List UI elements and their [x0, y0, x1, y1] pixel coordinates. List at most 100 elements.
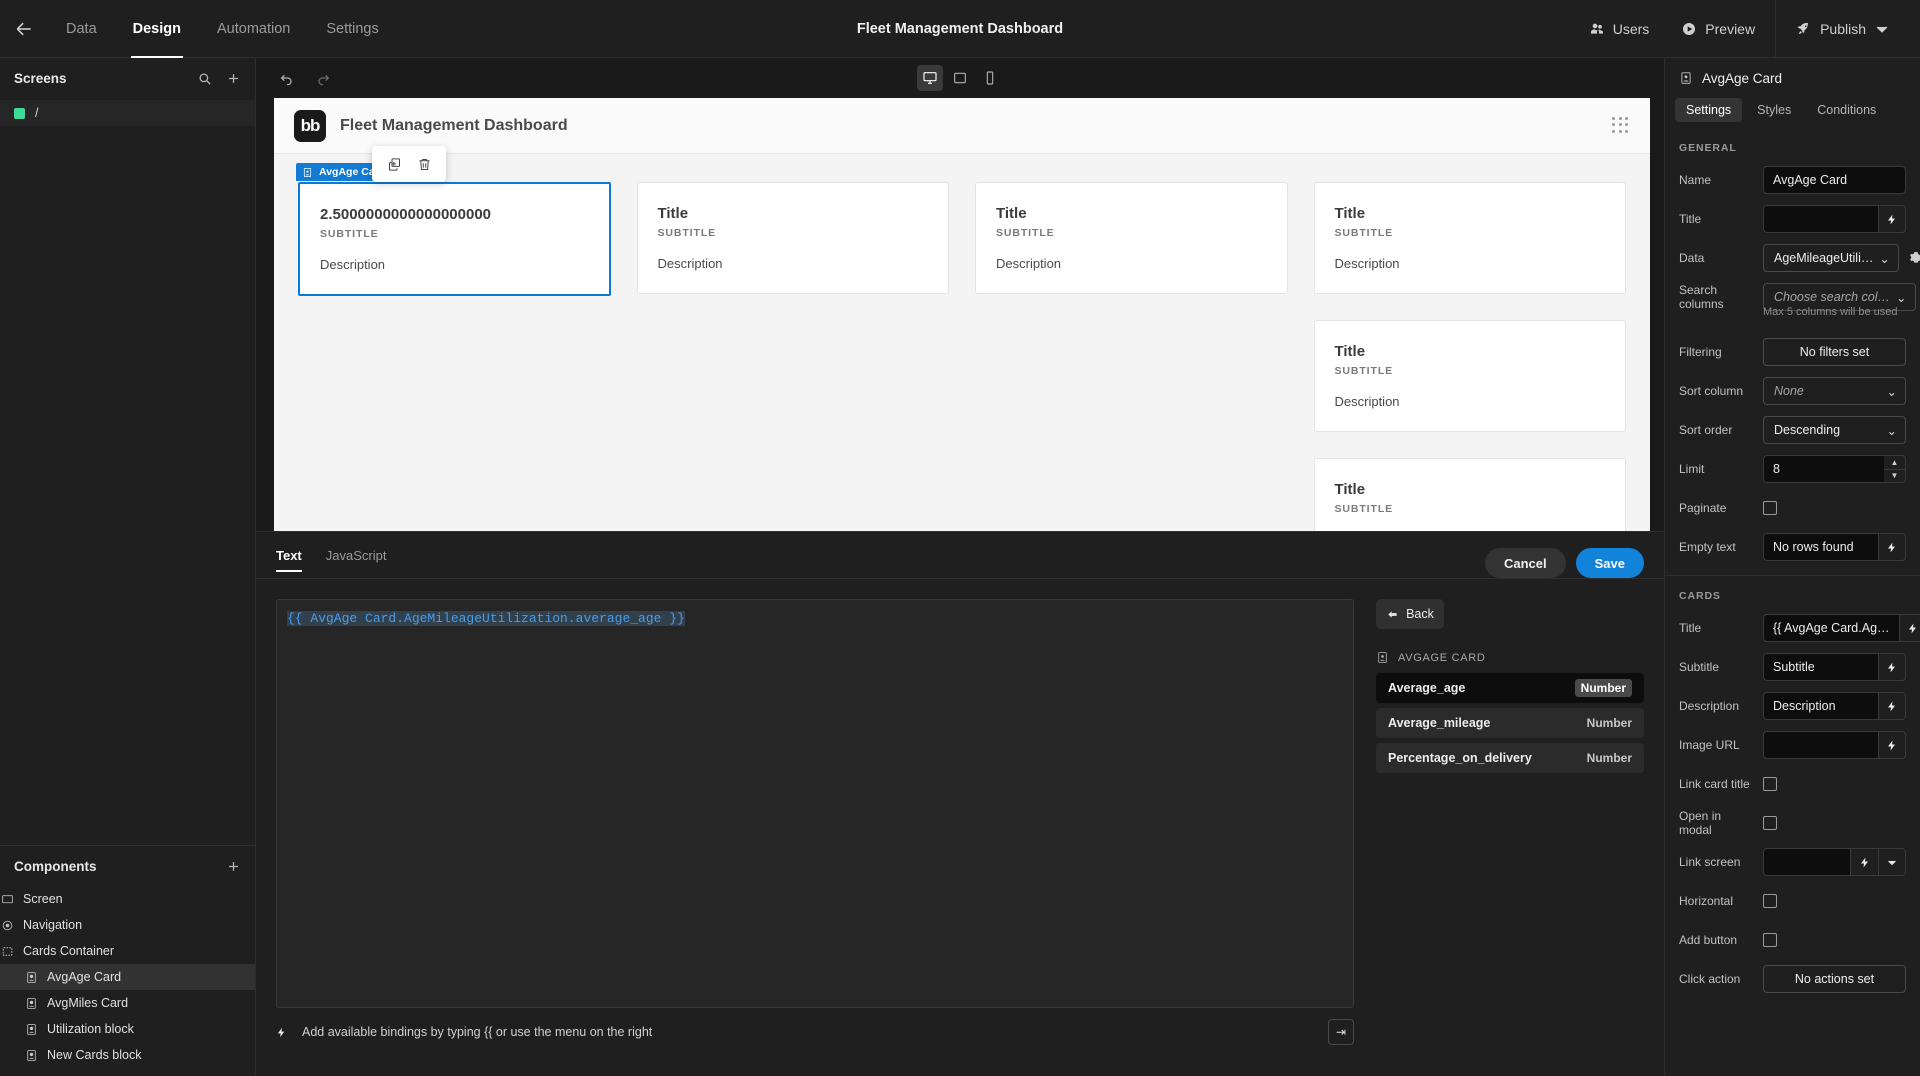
link-screen-dropdown-button[interactable]	[1878, 848, 1906, 876]
sort-column-select[interactable]: None ⌄	[1763, 377, 1906, 405]
limit-input[interactable]: 8	[1763, 455, 1884, 483]
bindings-back-button[interactable]: Back	[1376, 599, 1444, 629]
duplicate-button[interactable]	[382, 152, 406, 176]
name-input[interactable]: AvgAge Card	[1763, 166, 1906, 194]
mobile-icon	[986, 71, 994, 85]
editor-footer: Add available bindings by typing {{ or u…	[276, 1008, 1354, 1056]
sort-order-select[interactable]: Descending ⌄	[1763, 416, 1906, 444]
save-button[interactable]: Save	[1575, 548, 1644, 578]
redo-button[interactable]	[310, 65, 336, 91]
chevron-down-icon: ⌄	[1886, 423, 1897, 438]
component-item-avgage-card[interactable]: AvgAge Card	[0, 964, 255, 990]
card-title-binding-button[interactable]	[1898, 614, 1920, 642]
field-card-description: Description Description	[1679, 692, 1906, 720]
editor-column: {{ AvgAge Card.AgeMileageUtilization.ave…	[276, 599, 1354, 1056]
settings-scroll-area[interactable]: GENERAL Name AvgAge Card Title Data AgeM…	[1665, 132, 1920, 1076]
link-screen-input[interactable]	[1763, 848, 1850, 876]
tab-settings[interactable]: Settings	[1675, 98, 1743, 122]
screen-item-root[interactable]: /	[0, 100, 255, 126]
drawer-tab-javascript[interactable]: JavaScript	[326, 532, 387, 578]
add-button-checkbox[interactable]	[1763, 933, 1777, 947]
screens-search-button[interactable]	[197, 71, 212, 86]
lightning-icon	[1888, 542, 1895, 552]
card-subtitle-input[interactable]: Subtitle	[1763, 653, 1878, 681]
field-label: Link card title	[1679, 777, 1750, 791]
card-description-input[interactable]: Description	[1763, 692, 1878, 720]
delete-button[interactable]	[412, 152, 436, 176]
component-item-utilization-block[interactable]: Utilization block	[0, 1016, 255, 1042]
data-select[interactable]: AgeMileageUtili… ⌄	[1763, 244, 1899, 272]
left-panel: Screens / Components Screen Navigation C…	[0, 58, 256, 1076]
container-icon	[0, 944, 14, 958]
link-card-title-checkbox[interactable]	[1763, 777, 1777, 791]
component-item-avgmiles-card[interactable]: AvgMiles Card	[0, 990, 255, 1016]
limit-stepper[interactable]: ▲ ▼	[1884, 455, 1906, 483]
card-title-input[interactable]: {{ AvgAge Card.Ag…	[1763, 614, 1899, 642]
tab-data[interactable]: Data	[48, 0, 115, 58]
undo-button[interactable]	[274, 65, 300, 91]
components-add-button[interactable]	[226, 859, 241, 874]
tab-styles-label: Styles	[1757, 103, 1792, 117]
data-settings-button[interactable]	[1905, 244, 1920, 272]
stepper-up-icon[interactable]: ▲	[1884, 456, 1905, 470]
open-in-modal-checkbox[interactable]	[1763, 816, 1777, 830]
duplicate-icon	[388, 157, 400, 171]
click-action-button[interactable]: No actions set	[1763, 965, 1906, 993]
empty-text-binding-button[interactable]	[1878, 533, 1906, 561]
drag-handle-icon[interactable]	[1612, 116, 1630, 135]
tab-settings[interactable]: Settings	[308, 0, 396, 58]
binding-code-editor[interactable]: {{ AvgAge Card.AgeMileageUtilization.ave…	[276, 599, 1354, 1008]
card-icon	[24, 970, 38, 984]
gear-icon	[1909, 252, 1920, 263]
users-button[interactable]: Users	[1573, 0, 1666, 58]
tab-design[interactable]: Design	[115, 0, 199, 58]
drawer-tab-javascript-label: JavaScript	[325, 547, 387, 563]
binding-item[interactable]: Percentage_on_delivery Number	[1376, 743, 1644, 773]
device-mobile-button[interactable]	[977, 65, 1003, 91]
card-item[interactable]: Title SUBTITLE Description	[636, 182, 949, 294]
card-description: Description	[320, 257, 386, 272]
back-button[interactable]	[0, 0, 48, 58]
link-screen-binding-button[interactable]	[1850, 848, 1878, 876]
card-item[interactable]: Title SUBTITLE Description	[1313, 182, 1626, 294]
binding-item[interactable]: Average_mileage Number	[1376, 708, 1644, 738]
cards-column-1: AvgAge Card 2.5000000000000000000 SUBTIT…	[296, 163, 611, 296]
card-item[interactable]: Title SUBTITLE Description	[1313, 320, 1626, 432]
paginate-checkbox[interactable]	[1763, 501, 1777, 515]
expand-editor-button[interactable]: ⇥	[1328, 1019, 1354, 1045]
title-binding-button[interactable]	[1878, 205, 1906, 233]
stepper-down-icon[interactable]: ▼	[1884, 469, 1905, 482]
binding-item[interactable]: Average_age Number	[1376, 673, 1644, 703]
drawer-tab-text[interactable]: Text	[276, 532, 302, 578]
component-item-screen[interactable]: Screen	[0, 886, 255, 912]
publish-button[interactable]: Publish	[1780, 0, 1906, 58]
device-desktop-button[interactable]	[917, 65, 943, 91]
component-item-navigation[interactable]: Navigation	[0, 912, 255, 938]
field-click-action: Click action No actions set	[1679, 965, 1906, 993]
tab-automation[interactable]: Automation	[199, 0, 308, 58]
card-subtitle-binding-button[interactable]	[1878, 653, 1906, 681]
tab-conditions[interactable]: Conditions	[1806, 98, 1887, 122]
card-description-binding-button[interactable]	[1878, 692, 1906, 720]
filtering-button[interactable]: No filters set	[1763, 338, 1906, 366]
component-item-new-cards-block[interactable]: New Cards block	[0, 1042, 255, 1068]
preview-button[interactable]: Preview	[1665, 0, 1771, 58]
screens-list: /	[0, 98, 255, 126]
screens-add-button[interactable]	[226, 71, 241, 86]
preview-label: Preview	[1705, 20, 1756, 37]
field-label: Click action	[1679, 972, 1741, 986]
tab-styles[interactable]: Styles	[1746, 98, 1802, 122]
card-avgage[interactable]: 2.5000000000000000000 SUBTITLE Descripti…	[298, 182, 611, 296]
image-url-binding-button[interactable]	[1878, 731, 1906, 759]
device-tablet-button[interactable]	[947, 65, 973, 91]
field-label: Open in modal	[1679, 809, 1722, 837]
image-url-input[interactable]	[1763, 731, 1878, 759]
cancel-button[interactable]: Cancel	[1484, 548, 1566, 578]
title-input[interactable]	[1763, 205, 1878, 233]
screens-panel-header: Screens	[0, 58, 255, 98]
component-item-cards-container[interactable]: Cards Container	[0, 938, 255, 964]
card-item[interactable]: Title SUBTITLE Description	[975, 182, 1288, 294]
horizontal-checkbox[interactable]	[1763, 894, 1777, 908]
empty-text-input[interactable]: No rows found	[1763, 533, 1878, 561]
search-columns-placeholder: Choose search col…	[1774, 290, 1891, 304]
